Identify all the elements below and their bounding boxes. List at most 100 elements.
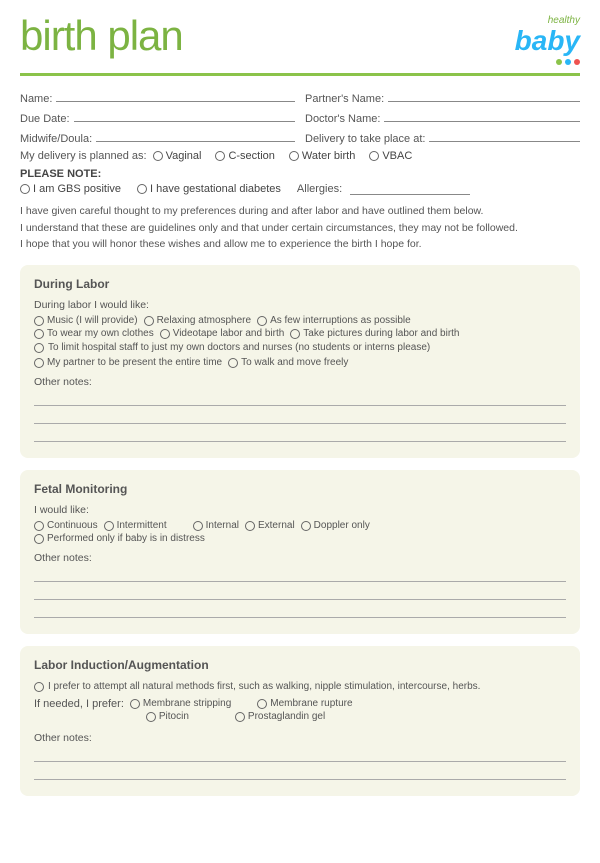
fetal-monitoring-other-notes-label: Other notes: — [34, 552, 566, 564]
during-labor-row4: My partner to be present the entire time… — [34, 357, 566, 368]
radio-gestational[interactable]: I have gestational diabetes — [137, 183, 281, 195]
logo-dot-green — [556, 59, 562, 65]
if-needed-label: If needed, I prefer: — [34, 698, 124, 710]
option-own-clothes[interactable]: To wear my own clothes — [34, 328, 154, 339]
option-external[interactable]: External — [245, 520, 295, 531]
option-interruptions-label: As few interruptions as possible — [270, 315, 411, 326]
midwife-row: Midwife/Doula: Delivery to take place at… — [20, 130, 580, 145]
name-label: Name: — [20, 93, 52, 105]
partners-name-label: Partner's Name: — [305, 93, 384, 105]
partners-name-input-line[interactable] — [388, 90, 580, 102]
option-walk-move[interactable]: To walk and move freely — [228, 357, 348, 368]
option-interruptions[interactable]: As few interruptions as possible — [257, 315, 411, 326]
option-natural-methods[interactable]: I prefer to attempt all natural methods … — [34, 680, 566, 694]
radio-membrane-stripping-circle — [130, 699, 140, 709]
option-membrane-stripping-label: Membrane stripping — [143, 698, 231, 709]
option-doppler-only[interactable]: Doppler only — [301, 520, 370, 531]
option-membrane-rupture-label: Membrane rupture — [270, 698, 352, 709]
option-limit-staff-label: To limit hospital staff to just my own d… — [48, 341, 430, 355]
please-note-title: PLEASE NOTE: — [20, 168, 580, 180]
radio-videotape-circle — [160, 329, 170, 339]
during-labor-note-line1[interactable] — [34, 392, 566, 406]
option-partner-present-label: My partner to be present the entire time — [47, 357, 222, 368]
option-internal[interactable]: Internal — [193, 520, 239, 531]
radio-intermittent-circle — [104, 521, 114, 531]
option-music-label: Music (I will provide) — [47, 315, 138, 326]
radio-music-circle — [34, 316, 44, 326]
radio-internal-circle — [193, 521, 203, 531]
during-labor-note-line2[interactable] — [34, 410, 566, 424]
fetal-monitoring-note-line3[interactable] — [34, 604, 566, 618]
delivery-place-input-line[interactable] — [429, 130, 580, 142]
delivery-place-label: Delivery to take place at: — [305, 133, 425, 145]
allergies-input-line[interactable] — [350, 183, 470, 195]
radio-water-birth[interactable]: Water birth — [289, 150, 355, 162]
fetal-monitoring-subtitle: I would like: — [34, 504, 566, 516]
during-labor-card: During Labor During labor I would like: … — [20, 265, 580, 458]
radio-csection-circle — [215, 151, 225, 161]
option-partner-present[interactable]: My partner to be present the entire time — [34, 357, 222, 368]
radio-gbs-label: I am GBS positive — [33, 183, 121, 195]
option-pictures[interactable]: Take pictures during labor and birth — [290, 328, 459, 339]
radio-csection[interactable]: C-section — [215, 150, 274, 162]
fetal-monitoring-note-line1[interactable] — [34, 568, 566, 582]
option-prostaglandin-label: Prostaglandin gel — [248, 711, 325, 722]
radio-vaginal-circle — [153, 151, 163, 161]
option-intermittent[interactable]: Intermittent — [104, 520, 167, 531]
radio-prostaglandin-circle — [235, 712, 245, 722]
labor-induction-card: Labor Induction/Augmentation I prefer to… — [20, 646, 580, 796]
page-header: birth plan healthy baby — [20, 15, 580, 76]
midwife-input-line[interactable] — [96, 130, 295, 142]
option-relaxing[interactable]: Relaxing atmosphere — [144, 315, 252, 326]
doctors-name-input-line[interactable] — [384, 110, 580, 122]
radio-natural-methods-circle — [34, 682, 44, 692]
logo: healthy baby — [515, 15, 580, 65]
radio-gbs[interactable]: I am GBS positive — [20, 183, 121, 195]
radio-vaginal[interactable]: Vaginal — [153, 150, 202, 162]
labor-induction-note-line2[interactable] — [34, 766, 566, 780]
due-date-label: Due Date: — [20, 113, 70, 125]
option-limit-staff[interactable]: To limit hospital staff to just my own d… — [34, 341, 566, 355]
option-membrane-stripping[interactable]: Membrane stripping — [130, 698, 231, 709]
fetal-monitoring-other-notes: Other notes: — [34, 552, 566, 618]
name-input-line[interactable] — [56, 90, 295, 102]
intro-line1: I have given careful thought to my prefe… — [20, 203, 580, 220]
radio-limit-staff-circle — [34, 343, 44, 353]
logo-dots — [515, 59, 580, 65]
option-videotape-label: Videotape labor and birth — [173, 328, 285, 339]
delivery-place-field: Delivery to take place at: — [305, 130, 580, 145]
option-external-label: External — [258, 520, 295, 531]
fetal-monitoring-row1: Continuous Intermittent Internal Externa… — [34, 520, 566, 531]
option-performed-only[interactable]: Performed only if baby is in distress — [34, 533, 205, 544]
radio-vbac-label: VBAC — [382, 150, 412, 162]
radio-vbac[interactable]: VBAC — [369, 150, 412, 162]
during-labor-note-line3[interactable] — [34, 428, 566, 442]
radio-gbs-circle — [20, 184, 30, 194]
during-labor-row2: To wear my own clothes Videotape labor a… — [34, 328, 566, 339]
fetal-monitoring-note-line2[interactable] — [34, 586, 566, 600]
radio-vaginal-label: Vaginal — [166, 150, 202, 162]
option-intermittent-label: Intermittent — [117, 520, 167, 531]
induction-row1: Membrane stripping Membrane rupture — [130, 698, 359, 709]
option-music[interactable]: Music (I will provide) — [34, 315, 138, 326]
labor-induction-note-line1[interactable] — [34, 748, 566, 762]
during-labor-row1: Music (I will provide) Relaxing atmosphe… — [34, 315, 566, 326]
option-videotape[interactable]: Videotape labor and birth — [160, 328, 285, 339]
radio-vbac-circle — [369, 151, 379, 161]
option-prostaglandin[interactable]: Prostaglandin gel — [235, 711, 325, 722]
option-pictures-label: Take pictures during labor and birth — [303, 328, 459, 339]
option-pitocin-label: Pitocin — [159, 711, 189, 722]
intro-text: I have given careful thought to my prefe… — [20, 203, 580, 253]
radio-gestational-circle — [137, 184, 147, 194]
due-date-input-line[interactable] — [74, 110, 295, 122]
please-note-section: PLEASE NOTE: I am GBS positive I have ge… — [20, 168, 580, 195]
logo-dot-red — [574, 59, 580, 65]
logo-baby-text: baby — [515, 26, 580, 57]
if-needed-section: If needed, I prefer: Membrane stripping … — [34, 698, 566, 724]
option-continuous[interactable]: Continuous — [34, 520, 98, 531]
option-membrane-rupture[interactable]: Membrane rupture — [257, 698, 352, 709]
option-own-clothes-label: To wear my own clothes — [47, 328, 154, 339]
intro-line2: I understand that these are guidelines o… — [20, 220, 580, 237]
option-pitocin[interactable]: Pitocin — [146, 711, 189, 722]
radio-membrane-rupture-circle — [257, 699, 267, 709]
